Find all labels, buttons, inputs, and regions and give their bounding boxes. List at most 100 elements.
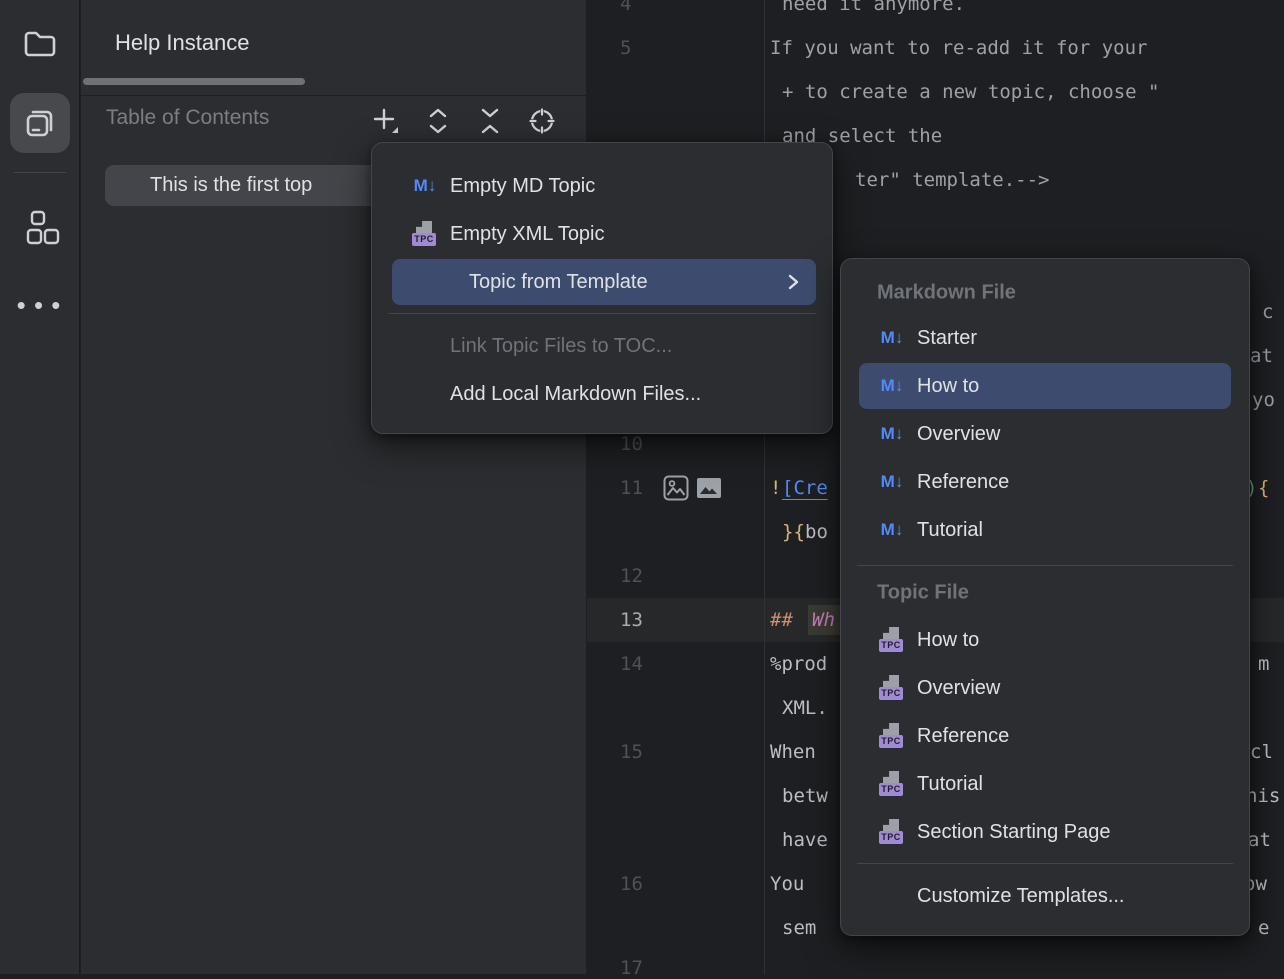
markdown-file-icon: M↓ xyxy=(877,424,907,444)
toc-item-label: This is the first top xyxy=(150,174,312,197)
expand-all-button[interactable] xyxy=(421,104,455,138)
editor-text-fragment[interactable]: at xyxy=(1250,345,1273,367)
gutter-line-number: 4 xyxy=(620,0,631,15)
more-dots-icon: • • • xyxy=(17,300,64,310)
tpc-file-icon: TPC xyxy=(877,819,907,845)
tpc-file-icon: TPC xyxy=(877,675,907,701)
menu-item-empty-md-topic[interactable]: M↓ Empty MD Topic xyxy=(372,163,832,209)
editor-text-fragment[interactable]: betw xyxy=(782,785,828,807)
submenu-item-overview-md[interactable]: M↓ Overview xyxy=(841,411,1249,457)
collapse-all-button[interactable] xyxy=(473,104,507,138)
submenu-item-how-to-md[interactable]: M↓ How to xyxy=(859,363,1231,409)
image-preview-outline-icon[interactable] xyxy=(663,475,689,501)
markdown-file-icon: M↓ xyxy=(877,472,907,492)
editor-text-fragment[interactable]: When xyxy=(770,741,816,763)
editor-text-fragment[interactable]: at xyxy=(1248,829,1271,851)
editor-text-fragment[interactable]: }{ xyxy=(782,521,805,543)
editor-text-fragment[interactable]: { xyxy=(1258,477,1269,499)
menu-item-label: Tutorial xyxy=(917,773,983,796)
editor-text-fragment[interactable]: ! xyxy=(770,477,781,499)
tab-help-instance[interactable]: Help Instance xyxy=(115,30,250,56)
editor-text-fragment[interactable]: c xyxy=(1262,301,1273,323)
editor-text-fragment[interactable]: ## xyxy=(770,609,793,631)
menu-item-label: Topic from Template xyxy=(410,271,648,294)
tpc-file-icon: TPC xyxy=(877,627,907,653)
sidebar-item-instances[interactable] xyxy=(10,93,70,153)
new-topic-menu: M↓ Empty MD Topic TPC Empty XML Topic To… xyxy=(371,142,833,434)
menu-item-label: Empty MD Topic xyxy=(450,175,595,198)
menu-item-label: Customize Templates... xyxy=(877,885,1125,908)
collapse-all-icon xyxy=(477,107,503,135)
menu-item-label: Section Starting Page xyxy=(917,821,1110,844)
editor-text-fragment[interactable]: need it anymore. xyxy=(782,0,965,15)
editor-text-fragment[interactable]: + to create a new topic, choose " xyxy=(782,81,1160,103)
markdown-file-icon: M↓ xyxy=(877,376,907,396)
submenu-item-tutorial-md[interactable]: M↓ Tutorial xyxy=(841,507,1249,553)
tab-active-indicator xyxy=(83,78,305,85)
menu-separator xyxy=(388,313,816,314)
markdown-file-icon: M↓ xyxy=(877,520,907,540)
image-preview-filled-icon[interactable] xyxy=(696,475,722,501)
add-topic-button[interactable] xyxy=(369,104,403,138)
gutter-line-number: 14 xyxy=(620,653,643,675)
editor-text-fragment[interactable]: bo xyxy=(805,521,828,543)
editor-text-fragment[interactable]: yo xyxy=(1252,389,1275,411)
expand-all-icon xyxy=(425,107,451,135)
submenu-item-section-starting-page[interactable]: TPC Section Starting Page xyxy=(841,809,1249,855)
editor-text-fragment[interactable]: m xyxy=(1258,653,1269,675)
menu-item-label: Tutorial xyxy=(917,519,983,542)
gutter-line-number: 17 xyxy=(620,957,643,979)
editor-text-fragment[interactable]: [Cre xyxy=(782,477,828,499)
editor-text-fragment[interactable]: sem xyxy=(782,917,816,939)
editor-text-fragment[interactable]: ter" template.--> xyxy=(855,169,1049,191)
submenu-item-reference-tpc[interactable]: TPC Reference xyxy=(841,713,1249,759)
menu-item-label: Overview xyxy=(917,423,1000,446)
gutter-line-number: 15 xyxy=(620,741,643,763)
editor-text-fragment[interactable]: You xyxy=(770,873,804,895)
editor-text-fragment[interactable]: his xyxy=(1246,785,1280,807)
menu-item-empty-xml-topic[interactable]: TPC Empty XML Topic xyxy=(372,211,832,257)
menu-item-label: Overview xyxy=(917,677,1000,700)
menu-item-link-topic-files: Link Topic Files to TOC... xyxy=(372,323,832,369)
panel-tab-row: Help Instance xyxy=(81,0,586,96)
submenu-item-customize-templates[interactable]: Customize Templates... xyxy=(841,873,1249,919)
menu-item-topic-from-template[interactable]: Topic from Template xyxy=(392,259,816,305)
editor-text-fragment[interactable]: %prod xyxy=(770,653,827,675)
structure-icon xyxy=(20,208,60,248)
submenu-item-how-to-tpc[interactable]: TPC How to xyxy=(841,617,1249,663)
editor-text-fragment[interactable]: If you want to re-add it for your xyxy=(770,37,1148,59)
toc-panel-title: Table of Contents xyxy=(106,106,269,130)
editor-text-fragment[interactable]: XML. xyxy=(782,697,828,719)
gutter-line-number: 5 xyxy=(620,37,631,59)
sidebar-item-project[interactable] xyxy=(10,14,70,74)
gutter-line-number: 10 xyxy=(620,433,643,455)
submenu-item-overview-tpc[interactable]: TPC Overview xyxy=(841,665,1249,711)
menu-item-label: Empty XML Topic xyxy=(450,223,605,246)
gutter-line-number: 11 xyxy=(620,477,643,499)
submenu-section-header: Topic File xyxy=(877,582,969,605)
gutter-line-number: 13 xyxy=(620,609,643,631)
menu-separator xyxy=(857,863,1233,864)
markdown-file-icon: M↓ xyxy=(877,328,907,348)
menu-item-label: How to xyxy=(917,629,979,652)
menu-item-label: Add Local Markdown Files... xyxy=(410,383,701,406)
editor-text-fragment[interactable]: have xyxy=(782,829,828,851)
editor-text-fragment[interactable]: e xyxy=(1258,917,1269,939)
activity-bar: • • • xyxy=(0,0,80,974)
sidebar-item-structure[interactable] xyxy=(10,198,70,258)
toc-item-first-topic[interactable]: This is the first top xyxy=(105,165,405,206)
activity-bar-divider xyxy=(14,172,66,173)
instances-icon xyxy=(20,103,60,143)
menu-item-label: Reference xyxy=(917,725,1009,748)
plus-dropdown-icon xyxy=(371,106,401,136)
folder-icon xyxy=(21,25,59,63)
submenu-item-reference-md[interactable]: M↓ Reference xyxy=(841,459,1249,505)
locate-open-file-button[interactable] xyxy=(525,104,559,138)
menu-item-add-local-markdown[interactable]: Add Local Markdown Files... xyxy=(372,371,832,417)
submenu-item-starter[interactable]: M↓ Starter xyxy=(841,315,1249,361)
submenu-item-tutorial-tpc[interactable]: TPC Tutorial xyxy=(841,761,1249,807)
markdown-file-icon: M↓ xyxy=(410,176,440,196)
sidebar-item-more[interactable]: • • • xyxy=(10,275,70,335)
menu-item-label: Link Topic Files to TOC... xyxy=(410,335,672,358)
editor-text-fragment[interactable]: cl xyxy=(1250,741,1273,763)
